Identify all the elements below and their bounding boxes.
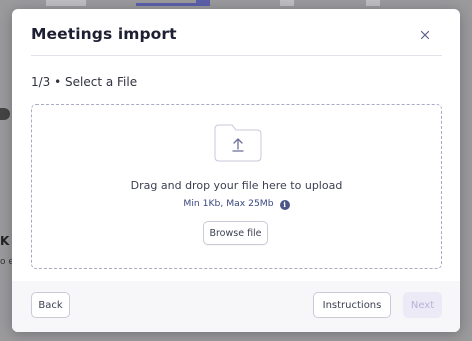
info-icon[interactable]: i [279, 200, 290, 210]
back-button[interactable]: Back [31, 292, 70, 318]
file-size-limits: Min 1Kb, Max 25Mb i [32, 198, 441, 210]
modal-footer: Back Instructions Next [12, 281, 460, 332]
dropzone-instruction: Drag and drop your file here to upload [130, 179, 343, 192]
modal-title: Meetings import [31, 25, 177, 43]
instructions-button[interactable]: Instructions [313, 292, 391, 318]
background-tab [46, 0, 86, 6]
background-text: K [0, 234, 10, 248]
step-indicator: 1/3 • Select a File [31, 75, 138, 89]
close-icon [420, 30, 430, 40]
background-toggle [0, 108, 10, 120]
file-dropzone[interactable]: Drag and drop your file here to upload M… [31, 104, 442, 269]
next-button[interactable]: Next [403, 292, 442, 318]
meetings-import-modal: Meetings import 1/3 • Select a File Drag… [12, 9, 460, 332]
browse-file-button[interactable]: Browse file [203, 221, 268, 245]
upload-file-icon [214, 124, 262, 162]
file-size-limits-text: Min 1Kb, Max 25Mb [183, 198, 274, 209]
background-tab-marker [196, 0, 210, 6]
header-divider [31, 55, 442, 56]
background-tab [366, 0, 380, 6]
background-tab [280, 0, 294, 6]
close-button[interactable] [415, 25, 435, 45]
